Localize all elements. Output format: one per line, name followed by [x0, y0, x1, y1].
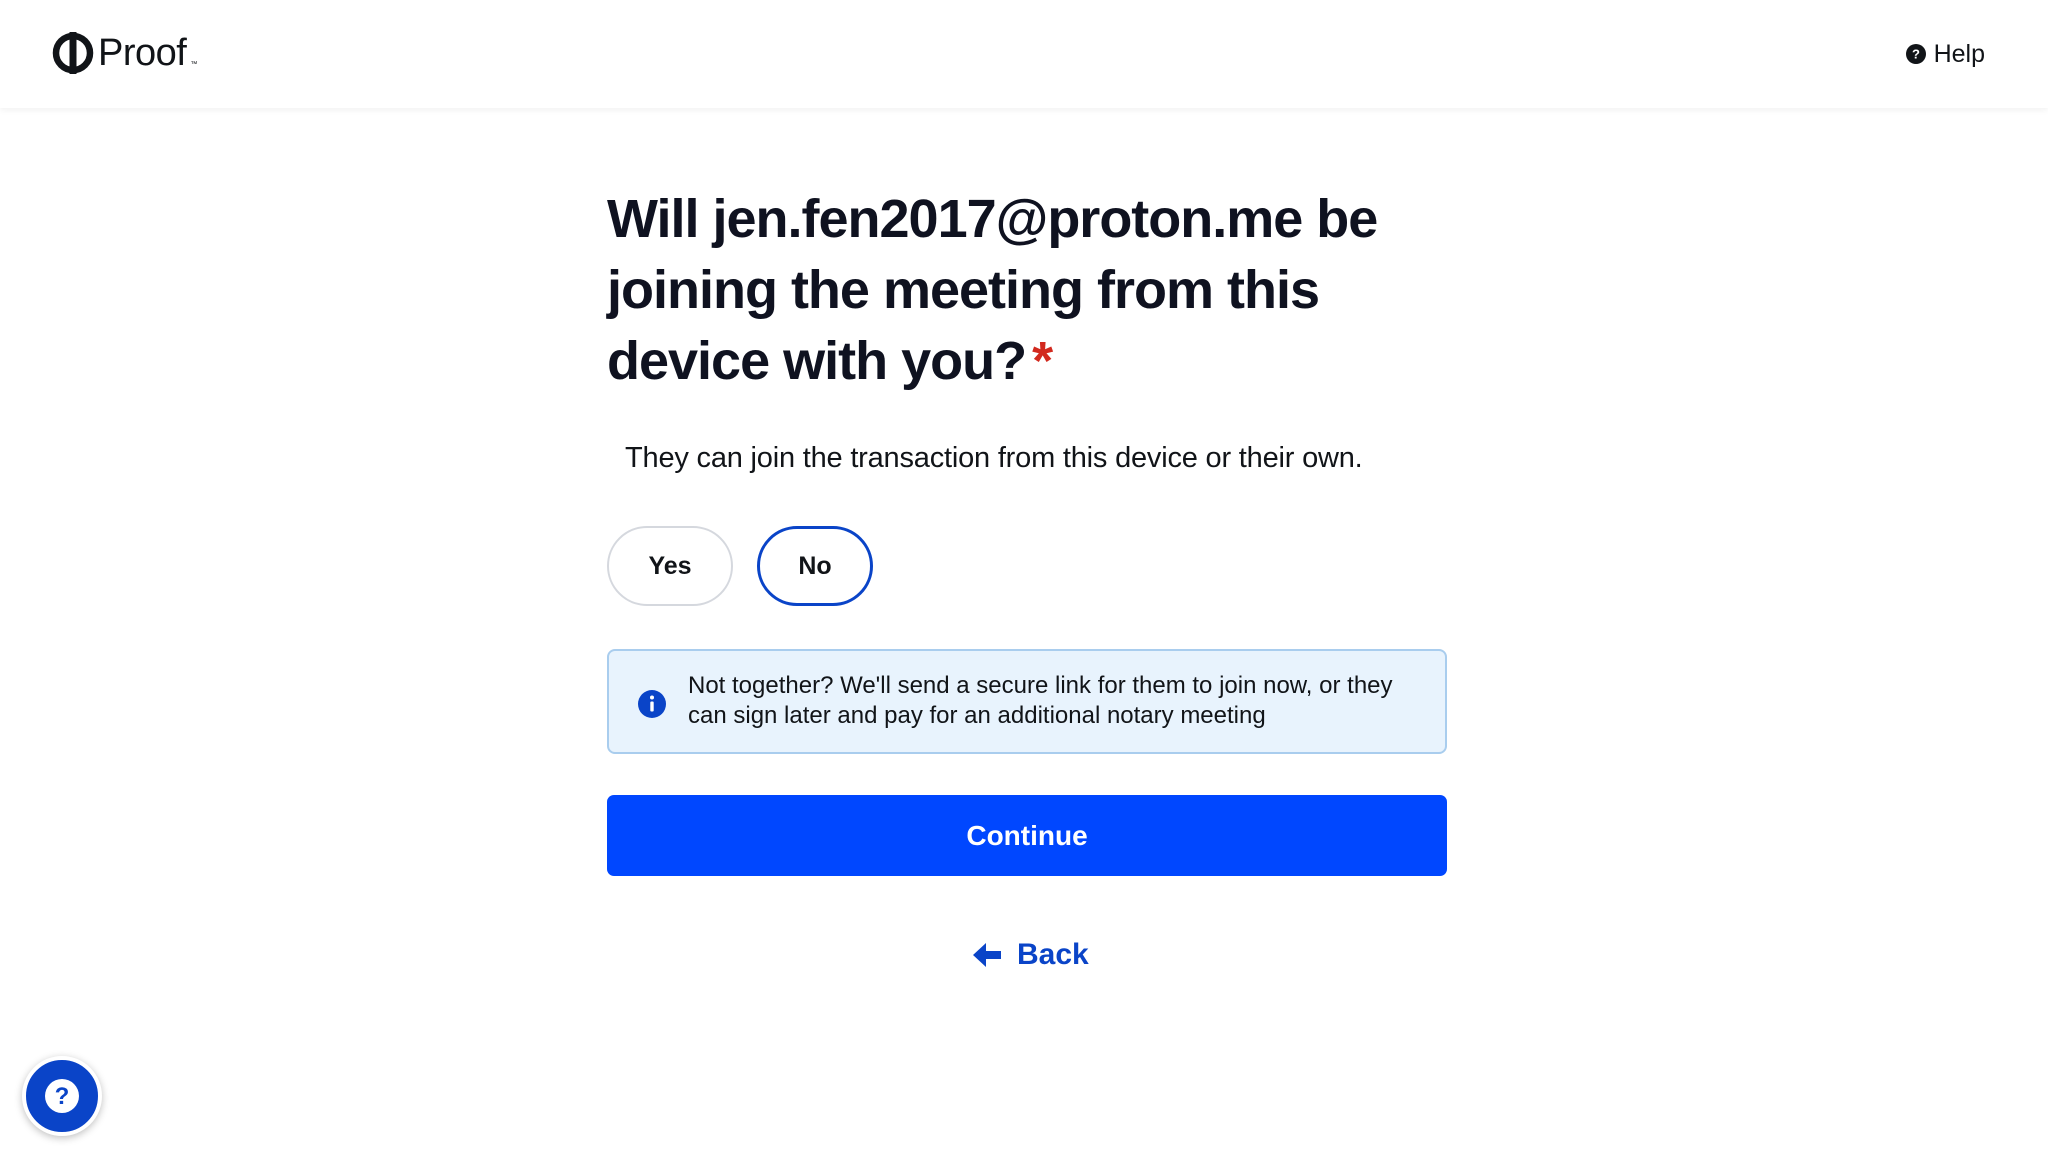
- back-link[interactable]: Back: [973, 938, 1089, 972]
- proof-logo-icon: [52, 32, 94, 74]
- info-icon: [638, 690, 666, 718]
- proof-logo[interactable]: Proof ™: [52, 30, 197, 76]
- yes-button[interactable]: Yes: [607, 526, 733, 606]
- top-header: Proof ™ ? Help: [0, 0, 2048, 108]
- notice-text: Not together? We'll send a secure link f…: [688, 672, 1393, 729]
- choice-group: Yes No: [607, 526, 873, 606]
- continue-button[interactable]: Continue: [607, 795, 1447, 876]
- logo-text: Proof: [98, 32, 187, 74]
- no-button[interactable]: No: [757, 526, 873, 606]
- back-label: Back: [1017, 938, 1089, 971]
- logo-trademark: ™: [190, 61, 198, 68]
- svg-text:?: ?: [55, 1083, 70, 1110]
- info-notice: Not together? We'll send a secure link f…: [607, 649, 1447, 754]
- help-link[interactable]: ? Help: [1905, 38, 1985, 70]
- question-circle-icon: ?: [1905, 44, 1926, 64]
- question-text: Will jen.fen2017@proton.me be joining th…: [607, 189, 1378, 391]
- required-marker: *: [1032, 331, 1053, 391]
- support-chat-button[interactable]: ?: [22, 1056, 102, 1136]
- question-circle-icon: ?: [45, 1079, 79, 1113]
- svg-text:?: ?: [1912, 47, 1920, 62]
- main-content: Will jen.fen2017@proton.me be joining th…: [607, 184, 1447, 971]
- help-label: Help: [1933, 40, 1985, 68]
- arrow-left-icon: [973, 943, 1001, 967]
- question-title: Will jen.fen2017@proton.me be joining th…: [607, 184, 1447, 397]
- question-subtitle: They can join the transaction from this …: [625, 442, 1363, 474]
